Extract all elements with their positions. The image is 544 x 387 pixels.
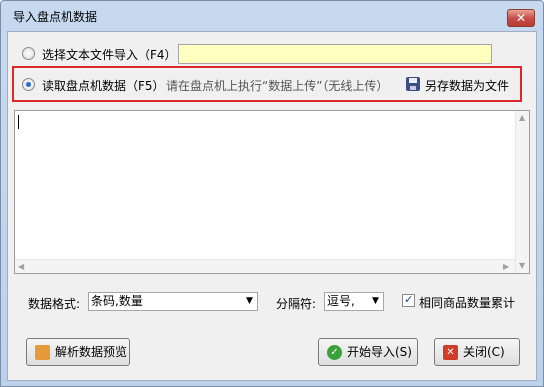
- preview-button[interactable]: 解析数据预览: [26, 338, 130, 366]
- import-text-file-radio[interactable]: [22, 47, 35, 60]
- check-icon: ✓: [327, 345, 342, 360]
- merge-same-items-label[interactable]: 相同商品数量累计: [419, 294, 515, 311]
- window-close-button[interactable]: ✕: [507, 9, 535, 27]
- window-title: 导入盘点机数据: [13, 10, 98, 24]
- preview-button-label: 解析数据预览: [55, 345, 128, 359]
- separator-value: 逗号,: [327, 294, 355, 308]
- start-import-label: 开始导入(S): [347, 345, 412, 359]
- data-format-value: 条码,数量: [91, 294, 143, 308]
- close-icon: ✕: [443, 345, 458, 360]
- scroll-left-icon[interactable]: ◀: [18, 262, 24, 271]
- scroll-down-icon[interactable]: ▼: [519, 261, 525, 270]
- dialog-body: 选择文本文件导入（F4） 读取盘点机数据（F5） 请在盘点机上执行“数据上传”（…: [7, 31, 537, 381]
- import-text-file-label[interactable]: 选择文本文件导入（F4）: [42, 46, 177, 63]
- save-icon[interactable]: [406, 77, 420, 91]
- vertical-scrollbar[interactable]: ▲ ▼: [515, 111, 529, 273]
- horizontal-scrollbar[interactable]: ◀ ▶: [15, 259, 515, 273]
- import-dialog: 导入盘点机数据 ✕ 选择文本文件导入（F4） 读取盘点机数据（F5） 请在盘点机…: [0, 0, 544, 387]
- merge-same-items-checkbox[interactable]: [402, 293, 415, 307]
- separator-select[interactable]: 逗号, ▼: [324, 292, 384, 311]
- chevron-down-icon[interactable]: ▼: [368, 293, 383, 310]
- save-as-file-button[interactable]: 另存数据为文件: [425, 77, 509, 94]
- text-caret: [18, 115, 19, 129]
- read-device-radio[interactable]: [22, 78, 35, 91]
- data-format-label: 数据格式:: [28, 297, 81, 311]
- data-textarea[interactable]: ▲ ▼ ◀ ▶: [14, 110, 530, 274]
- scroll-right-icon[interactable]: ▶: [503, 262, 509, 271]
- data-format-select[interactable]: 条码,数量 ▼: [88, 292, 258, 311]
- start-import-button[interactable]: ✓ 开始导入(S): [318, 338, 418, 366]
- upload-hint-text: 请在盘点机上执行“数据上传”（无线上传）: [166, 79, 389, 93]
- scroll-up-icon[interactable]: ▲: [519, 113, 525, 122]
- close-button-label: 关闭(C): [463, 345, 505, 359]
- chevron-down-icon[interactable]: ▼: [242, 293, 257, 310]
- file-path-input[interactable]: [178, 44, 492, 64]
- separator-label: 分隔符:: [276, 297, 317, 311]
- magnifier-icon: [35, 345, 50, 360]
- close-button[interactable]: ✕ 关闭(C): [434, 338, 520, 366]
- title-bar: 导入盘点机数据 ✕: [1, 1, 543, 31]
- read-device-label[interactable]: 读取盘点机数据（F5）: [42, 77, 165, 94]
